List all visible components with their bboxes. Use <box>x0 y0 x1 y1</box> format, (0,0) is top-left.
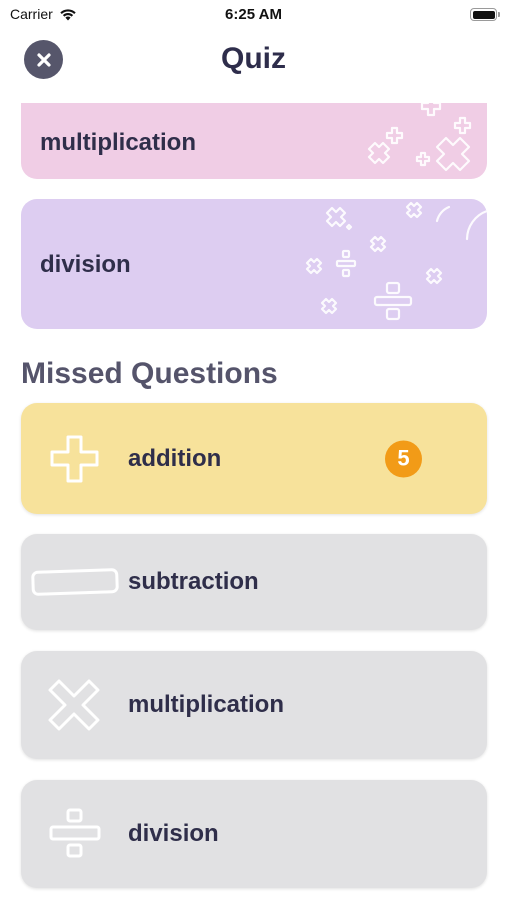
division-pattern-icon <box>305 201 487 321</box>
missed-subtraction-label: subtraction <box>128 568 259 595</box>
missed-count-badge: 5 <box>385 440 422 477</box>
missed-multiplication-item[interactable]: multiplication <box>21 651 487 759</box>
divide-icon <box>49 808 101 858</box>
missed-multiplication-label: multiplication <box>128 691 284 718</box>
multiplication-card[interactable]: multiplication <box>21 103 487 179</box>
times-icon <box>48 679 100 731</box>
multiplication-pattern-icon <box>367 103 472 172</box>
quiz-content[interactable]: multiplication division Missed Questions… <box>0 103 507 900</box>
plus-icon <box>50 435 99 482</box>
clock: 6:25 AM <box>225 6 282 23</box>
division-card[interactable]: division <box>21 199 487 329</box>
status-bar: Carrier 6:25 AM <box>0 0 507 30</box>
missed-questions-heading: Missed Questions <box>21 357 278 390</box>
division-card-label: division <box>40 251 131 278</box>
minus-icon <box>31 568 119 596</box>
missed-division-label: division <box>128 820 219 847</box>
missed-subtraction-item[interactable]: subtraction <box>21 534 487 630</box>
missed-addition-label: addition <box>128 444 222 472</box>
multiplication-card-label: multiplication <box>40 129 196 156</box>
nav-bar: Quiz <box>0 34 507 88</box>
missed-division-item[interactable]: division <box>21 780 487 888</box>
missed-addition-item[interactable]: addition 5 <box>21 403 487 514</box>
page-title: Quiz <box>221 42 286 75</box>
battery-icon <box>470 8 500 21</box>
